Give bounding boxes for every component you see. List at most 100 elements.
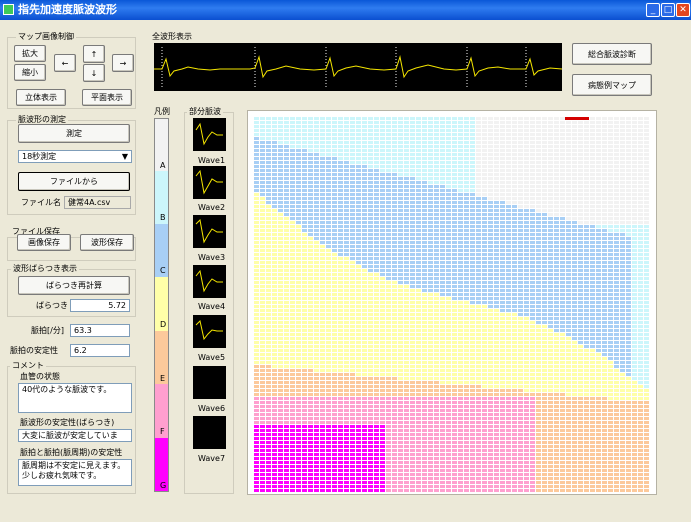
- save-image-button[interactable]: 画像保存: [17, 234, 71, 251]
- wave-thumb-6[interactable]: [193, 366, 226, 399]
- map-cell: [344, 393, 349, 396]
- map-cell: [590, 189, 595, 192]
- maximize-icon[interactable]: □: [661, 3, 675, 17]
- map-cell: [350, 265, 355, 268]
- measure-mode-select[interactable]: 18秒測定 ▼: [18, 150, 132, 163]
- view-2d-button[interactable]: 平面表示: [82, 89, 132, 106]
- map-cell: [338, 349, 343, 352]
- pulse-field[interactable]: 63.3: [70, 324, 130, 337]
- save-wave-button[interactable]: 波形保存: [80, 234, 134, 251]
- map-cell: [362, 409, 367, 412]
- case-map-button[interactable]: 病態例マップ: [572, 74, 652, 96]
- map-cell: [626, 317, 631, 320]
- map-cell: [476, 301, 481, 304]
- map-cell: [464, 385, 469, 388]
- map-cell: [314, 137, 319, 140]
- map-cell: [572, 369, 577, 372]
- from-file-button[interactable]: ファイルから: [18, 172, 130, 191]
- title-bar: 指先加速度脈波波形: [0, 0, 691, 20]
- stability-field[interactable]: 6.2: [70, 344, 130, 357]
- app-icon: [3, 4, 14, 15]
- map-cell: [386, 201, 391, 204]
- map-cell: [530, 329, 535, 332]
- map-cell: [434, 389, 439, 392]
- map-cell: [392, 153, 397, 156]
- map-cell: [524, 205, 529, 208]
- map-cell: [626, 213, 631, 216]
- pan-up-button[interactable]: ↑: [83, 45, 105, 63]
- wave-thumb-3[interactable]: [193, 215, 226, 248]
- map-cell: [542, 133, 547, 136]
- map-cell: [464, 345, 469, 348]
- map-cell: [386, 169, 391, 172]
- map-cell: [542, 269, 547, 272]
- map-cell: [566, 273, 571, 276]
- map-cell: [470, 173, 475, 176]
- map-cell: [278, 177, 283, 180]
- map-cell: [272, 281, 277, 284]
- wave-thumb-4[interactable]: [193, 265, 226, 298]
- map-cell: [524, 357, 529, 360]
- map-cell: [500, 385, 505, 388]
- map-cell: [578, 309, 583, 312]
- map-cell: [608, 161, 613, 164]
- pan-down-button[interactable]: ↓: [83, 64, 105, 82]
- view-3d-button[interactable]: 立体表示: [16, 89, 66, 106]
- wave-thumb-7[interactable]: [193, 416, 226, 449]
- recalc-variation-button[interactable]: ばらつき再計算: [18, 276, 130, 295]
- variation-field[interactable]: 5.72: [70, 299, 130, 312]
- vessel-text[interactable]: 40代のような脈波です。: [18, 383, 132, 413]
- map-cell: [470, 277, 475, 280]
- map-cell: [644, 389, 649, 392]
- map-cell: [524, 297, 529, 300]
- map-cell: [362, 397, 367, 400]
- map-cell: [278, 169, 283, 172]
- map-cell: [266, 273, 271, 276]
- map-cell: [488, 261, 493, 264]
- map-cell: [614, 397, 619, 400]
- interval-stability-text[interactable]: 脈周期は不安定に見えます。少しお疲れ気味です。: [18, 459, 132, 486]
- map-cell: [344, 329, 349, 332]
- zoom-out-button[interactable]: 縮小: [14, 64, 46, 81]
- shape-stability-text[interactable]: 大変に脈波が安定しています。: [18, 429, 132, 442]
- map-cell: [470, 169, 475, 172]
- map-cell: [266, 125, 271, 128]
- map-cell: [584, 133, 589, 136]
- map-cell: [338, 397, 343, 400]
- map-cell: [404, 405, 409, 408]
- map-cell: [494, 225, 499, 228]
- map-cell: [326, 361, 331, 364]
- zoom-in-button[interactable]: 拡大: [14, 45, 46, 62]
- map-cell: [254, 269, 259, 272]
- map-cell: [254, 125, 259, 128]
- map-canvas[interactable]: [247, 110, 657, 495]
- map-cell: [386, 185, 391, 188]
- wave-thumb-1[interactable]: [193, 118, 226, 151]
- minimize-icon[interactable]: _: [646, 3, 660, 17]
- map-cell: [350, 301, 355, 304]
- map-cell: [428, 261, 433, 264]
- map-cell: [308, 177, 313, 180]
- map-cell: [320, 405, 325, 408]
- wave-thumb-5[interactable]: [193, 315, 226, 348]
- map-cell: [368, 309, 373, 312]
- wave-thumb-2[interactable]: [193, 166, 226, 199]
- map-cell: [350, 321, 355, 324]
- map-cell: [518, 353, 523, 356]
- diagnosis-button[interactable]: 総合脈波診断: [572, 43, 652, 65]
- map-cell: [314, 225, 319, 228]
- map-cell: [644, 237, 649, 240]
- map-cell: [314, 165, 319, 168]
- map-cell: [266, 373, 271, 376]
- map-cell: [644, 245, 649, 248]
- map-cell: [362, 133, 367, 136]
- map-cell: [452, 301, 457, 304]
- close-icon[interactable]: ✕: [676, 3, 690, 17]
- measure-button[interactable]: 測定: [18, 124, 130, 143]
- map-cell: [278, 217, 283, 220]
- map-cell: [470, 301, 475, 304]
- pan-right-button[interactable]: →: [112, 54, 134, 72]
- map-cell: [410, 389, 415, 392]
- map-cell: [386, 145, 391, 148]
- pan-left-button[interactable]: ←: [54, 54, 76, 72]
